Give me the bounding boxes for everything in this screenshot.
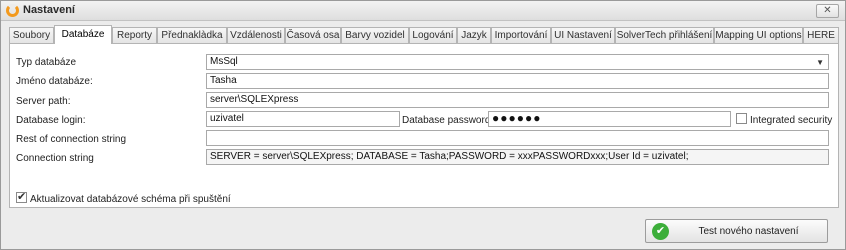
- tab-here[interactable]: HERE: [803, 27, 839, 43]
- integrated-security-checkbox[interactable]: [736, 113, 747, 124]
- test-settings-label: Test nového nastavení: [698, 226, 799, 237]
- server-path-input[interactable]: server\SQLEXpress: [206, 92, 829, 108]
- tab-reporty[interactable]: Reporty: [112, 27, 157, 43]
- connection-string-label: Connection string: [16, 153, 94, 164]
- tab-jazyk[interactable]: Jazyk: [457, 27, 491, 43]
- test-settings-button[interactable]: ✔ Test nového nastavení: [645, 219, 828, 243]
- tab-strip: Soubory Databáze Reporty Přednaklàdka Vz…: [9, 25, 839, 44]
- tab-prednakladka[interactable]: Přednaklàdka: [157, 27, 227, 43]
- tab-vzdalenosti[interactable]: Vzdálenosti: [227, 27, 285, 43]
- tab-logovani[interactable]: Logování: [409, 27, 457, 43]
- close-button[interactable]: ✕: [816, 4, 839, 18]
- integrated-security-label: Integrated security: [750, 115, 833, 126]
- update-schema-label: Aktualizovat databázové schéma při spušt…: [30, 194, 231, 205]
- tab-casova-osa[interactable]: Časová osa: [285, 27, 341, 43]
- tab-importovani[interactable]: Importování: [491, 27, 551, 43]
- db-type-label: Typ databáze: [16, 57, 77, 68]
- db-password-input[interactable]: ●●●●●●: [488, 111, 731, 127]
- db-type-value: MsSql: [210, 56, 238, 67]
- db-name-input[interactable]: Tasha: [206, 73, 829, 89]
- db-login-label: Database login:: [16, 115, 86, 126]
- app-logo-icon: [6, 4, 19, 17]
- server-path-label: Server path:: [16, 96, 71, 107]
- dropdown-arrow-icon[interactable]: ▼: [816, 56, 824, 69]
- rest-connection-label: Rest of connection string: [16, 134, 127, 145]
- tab-soubory[interactable]: Soubory: [9, 27, 54, 43]
- tab-mapping-ui-options[interactable]: Mapping UI options: [714, 27, 803, 43]
- settings-window: Nastavení ✕ Soubory Databáze Reporty Pře…: [0, 0, 846, 250]
- tab-ui-nastaveni[interactable]: UI Nastavení: [551, 27, 615, 43]
- db-login-input[interactable]: uzivatel: [206, 111, 400, 127]
- title-bar: Nastavení ✕: [1, 1, 845, 21]
- connection-string-field: SERVER = server\SQLEXpress; DATABASE = T…: [206, 149, 829, 165]
- db-type-select[interactable]: MsSql ▼: [206, 54, 829, 70]
- update-schema-checkbox[interactable]: [16, 190, 27, 203]
- database-settings-panel: Typ databáze MsSql ▼ Jméno databáze: Tas…: [9, 43, 839, 208]
- rest-connection-input[interactable]: [206, 130, 829, 146]
- window-title: Nastavení: [23, 4, 75, 16]
- db-name-label: Jméno databáze:: [16, 76, 93, 87]
- tab-barvy-vozidel[interactable]: Barvy vozidel: [341, 27, 409, 43]
- tab-solvertech-prihlaseni[interactable]: SolverTech přihlášení: [615, 27, 714, 43]
- checkmark-icon: ✔: [652, 223, 669, 240]
- tab-databaze[interactable]: Databáze: [54, 25, 112, 44]
- db-password-label: Database password:: [402, 115, 494, 126]
